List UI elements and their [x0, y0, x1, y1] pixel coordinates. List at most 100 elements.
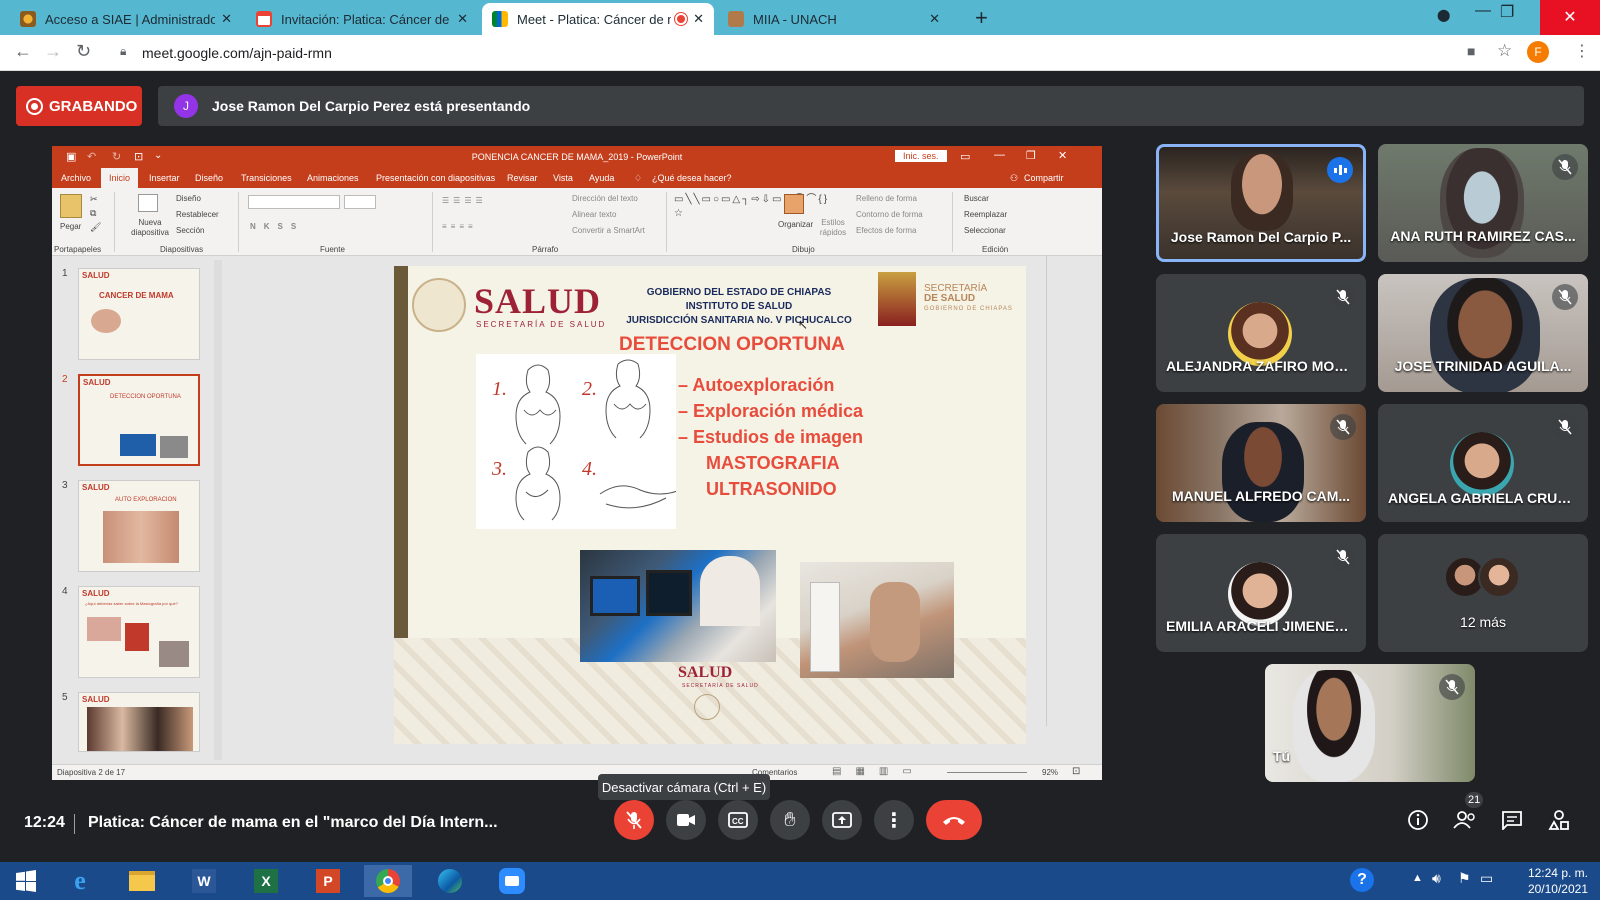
volume-icon[interactable]: 🔊︎ — [1432, 870, 1441, 887]
close-tab-icon[interactable]: ✕ — [457, 11, 468, 27]
participant-tile-speaker[interactable]: Jose Ramon Del Carpio P... — [1156, 144, 1366, 262]
minimize-icon[interactable]: — — [1475, 2, 1491, 20]
raise-hand-button[interactable]: ✋︎ — [770, 800, 810, 840]
powerpoint-icon[interactable]: P — [304, 865, 352, 897]
excel-icon[interactable]: X — [242, 865, 290, 897]
quick-access-menu-icon[interactable]: ⌄ — [154, 150, 162, 161]
paste-button[interactable]: Pegar — [60, 222, 81, 231]
reset-button[interactable]: Restablecer — [176, 210, 219, 219]
ppt-close-icon[interactable]: ✕ — [1058, 149, 1067, 162]
arrange-icon[interactable] — [784, 194, 804, 214]
browser-tab-unach[interactable]: MIIA - UNACH ✕ — [718, 3, 950, 35]
ppt-tell-me-search[interactable]: ¿Qué desea hacer? — [652, 173, 732, 183]
camera-blocked-icon[interactable]: ■ — [1467, 43, 1475, 59]
participant-tile[interactable]: MANUEL ALFREDO CAM... — [1156, 404, 1366, 522]
align-text-button[interactable]: Alinear texto — [572, 210, 616, 219]
font-family-select[interactable] — [248, 195, 340, 209]
meeting-details-button[interactable] — [1404, 806, 1432, 834]
shape-outline-button[interactable]: Contorno de forma — [856, 210, 923, 219]
font-size-select[interactable] — [344, 195, 376, 209]
ppt-tab-transiciones[interactable]: Transiciones — [241, 173, 292, 183]
close-tab-icon[interactable]: ✕ — [221, 11, 232, 27]
close-window-icon[interactable]: ✕ — [1540, 0, 1600, 35]
ppt-minimize-icon[interactable]: — — [994, 149, 1005, 161]
more-participants-tile[interactable]: 12 más — [1378, 534, 1588, 652]
new-slide-button[interactable]: Nueva diapositiva — [124, 218, 176, 238]
browser-tab-siae[interactable]: Acceso a SIAE | Administrador | U ✕ — [10, 3, 242, 35]
participant-tile[interactable]: JOSE TRINIDAD AGUILA... — [1378, 274, 1588, 392]
slide-thumbnail-3[interactable]: SALUD AUTO EXPLORACION — [78, 480, 200, 572]
new-tab-plus-icon[interactable]: + — [975, 5, 988, 31]
ppt-maximize-icon[interactable]: ❐ — [1026, 149, 1036, 162]
browser-tab-gmail[interactable]: Invitación: Platica: Cáncer de ma ✕ — [246, 3, 478, 35]
word-icon[interactable]: W — [180, 865, 228, 897]
ribbon-display-icon[interactable]: ▭ — [960, 150, 970, 163]
browser-menu-icon[interactable]: ⋮ — [1574, 41, 1590, 61]
participants-button[interactable]: 21 — [1451, 792, 1484, 834]
ppt-tab-presentacion[interactable]: Presentación con diapositivas — [376, 173, 495, 183]
save-icon[interactable]: ▣ — [66, 150, 76, 163]
participant-tile[interactable]: ALEJANDRA ZAFIRO MOR... — [1156, 274, 1366, 392]
taskbar-clock[interactable]: 12:24 p. m. 20/10/2021 — [1508, 865, 1588, 897]
arrange-button[interactable]: Organizar — [778, 220, 813, 229]
ppt-signin-button[interactable]: Inic. ses. — [895, 150, 947, 162]
activities-button[interactable] — [1545, 806, 1573, 834]
participant-tile[interactable]: ANA RUTH RAMIREZ CAS... — [1378, 144, 1588, 262]
chat-button[interactable] — [1498, 806, 1526, 834]
shape-fill-button[interactable]: Relleno de forma — [856, 194, 917, 203]
file-explorer-icon[interactable] — [118, 865, 166, 897]
copy-icon[interactable]: ⧉ — [90, 208, 96, 219]
list-icons[interactable]: ☰☰☰☰ — [442, 196, 487, 205]
zoom-icon[interactable] — [488, 865, 536, 897]
captions-button[interactable]: CC — [718, 800, 758, 840]
font-format-icons[interactable]: NKSS — [250, 222, 304, 231]
ppt-share-button[interactable]: Compartir — [1024, 173, 1064, 183]
shapes-gallery[interactable]: ▭╲╲▭○▭△┐⇨⇩▭☆⌒⌒{}☆ — [674, 193, 827, 221]
smartart-button[interactable]: Convertir a SmartArt — [572, 226, 645, 235]
undo-icon[interactable]: ↶ — [87, 150, 96, 163]
slide-scrollbar[interactable] — [1046, 256, 1058, 726]
slide-thumbnail-1[interactable]: SALUD CANCER DE MAMA — [78, 268, 200, 360]
participant-tile[interactable]: ANGELA GABRIELA CRUZ ... — [1378, 404, 1588, 522]
forward-arrow-icon[interactable]: → — [44, 41, 62, 62]
internet-explorer-icon[interactable]: e — [56, 865, 104, 897]
bookmark-star-icon[interactable]: ☆ — [1497, 41, 1512, 61]
new-slide-icon[interactable] — [138, 194, 158, 212]
back-arrow-icon[interactable]: ← — [14, 41, 32, 62]
close-tab-icon[interactable]: ✕ — [929, 11, 940, 27]
align-icons[interactable]: ≡≡≡≡ — [442, 222, 477, 231]
slide-thumbnail-5[interactable]: SALUD — [78, 692, 200, 752]
show-hidden-icons[interactable]: ▲ — [1412, 872, 1423, 884]
view-buttons[interactable]: ▤▦▥▭ — [832, 766, 926, 777]
ppt-tab-revisar[interactable]: Revisar — [507, 173, 538, 183]
reload-icon[interactable]: ↻ — [76, 41, 91, 62]
browser-tab-meet[interactable]: Meet - Platica: Cáncer de ma ✕ — [482, 3, 714, 35]
layout-button[interactable]: Diseño — [176, 194, 201, 203]
zoom-slider[interactable] — [947, 772, 1027, 773]
ppt-tab-inicio[interactable]: Inicio — [101, 168, 139, 188]
present-screen-button[interactable] — [822, 800, 862, 840]
restore-icon[interactable]: ❐ — [1500, 2, 1514, 22]
ppt-tab-diseno[interactable]: Diseño — [195, 173, 223, 183]
replace-button[interactable]: Reemplazar — [964, 210, 1007, 219]
format-painter-icon[interactable]: 🖌︎ — [90, 222, 101, 233]
shape-effects-button[interactable]: Efectos de forma — [856, 226, 916, 235]
microphone-toggle-button[interactable] — [614, 800, 654, 840]
leave-call-button[interactable] — [926, 800, 982, 840]
windows-start-icon[interactable] — [2, 865, 50, 897]
ppt-tab-animaciones[interactable]: Animaciones — [307, 173, 359, 183]
ppt-tab-ayuda[interactable]: Ayuda — [589, 173, 614, 183]
ppt-tab-vista[interactable]: Vista — [553, 173, 573, 183]
address-bar[interactable]: 🔒︎ meet.google.com/ajn-paid-rmn — [110, 39, 1580, 67]
paste-icon[interactable] — [60, 194, 82, 218]
chrome-icon[interactable] — [364, 865, 412, 897]
help-icon[interactable]: ? — [1350, 868, 1374, 892]
participant-tile[interactable]: EMILIA ARACELI JIMENEZ ... — [1156, 534, 1366, 652]
close-tab-icon[interactable]: ✕ — [693, 11, 704, 27]
edge-icon[interactable] — [426, 865, 474, 897]
select-button[interactable]: Seleccionar — [964, 226, 1006, 235]
ppt-tab-archivo[interactable]: Archivo — [61, 173, 91, 183]
thumbnail-scrollbar[interactable] — [214, 260, 222, 760]
action-center-icon[interactable]: ▭ — [1480, 870, 1493, 887]
tab-search-icon[interactable]: ⬤ — [1437, 8, 1450, 22]
